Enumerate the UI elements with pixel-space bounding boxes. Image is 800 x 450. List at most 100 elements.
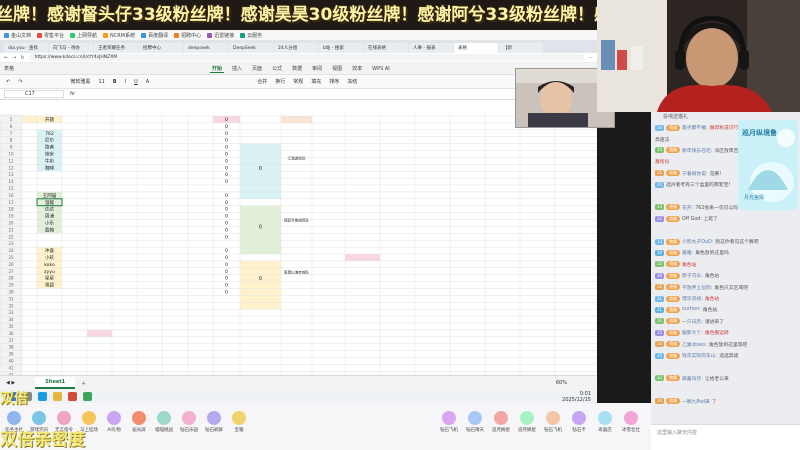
bookmark-item[interactable]: 迅雷链接 <box>207 32 234 39</box>
player-name-cell[interactable]: 周浦 <box>45 213 55 220</box>
browser-tab[interactable]: 在线表格 <box>364 43 408 53</box>
gift-item[interactable]: 追月摘星 <box>490 411 512 433</box>
value-cell[interactable]: 0 <box>225 276 228 282</box>
chat-message[interactable]: 14 傀儡 乙乘冰oeo: 角色放到这里等吧 <box>651 338 800 349</box>
player-name-cell[interactable]: 载翰 <box>45 226 55 233</box>
chat-username[interactable]: 钱花实际的东山: <box>682 352 717 359</box>
chat-username[interactable]: 原子可乐: <box>682 272 703 279</box>
value-cell[interactable]: 0 <box>225 172 228 178</box>
font-name-select[interactable]: 微软雅黑 <box>70 78 90 85</box>
ribbon-tab-home[interactable]: 开始 <box>210 65 225 73</box>
wrap-button[interactable]: 换行 <box>275 78 285 85</box>
menu-icon[interactable]: ⋯ <box>588 55 593 61</box>
player-name-cell[interactable]: 星星 <box>45 276 55 282</box>
redo-icon[interactable]: ↷ <box>18 79 22 85</box>
chat-message[interactable]: 21 傀儡 ourtion: 角色站 <box>651 304 800 315</box>
gift-item[interactable]: 届光屏 <box>128 411 150 433</box>
spreadsheet-grid[interactable]: 5 6 7 8 9 1011 12 13 14 15 16 17 18 19 2021 22 23 24 25 26 2… <box>0 114 597 376</box>
chat-message[interactable] <box>651 225 800 236</box>
group1-team-cell[interactable]: 江湖游戏队 <box>288 155 306 160</box>
bookmark-item[interactable]: 上网导航 <box>70 32 97 39</box>
sort-button[interactable]: 排序 <box>329 78 339 85</box>
player-name-cell[interactable]: 开题 <box>45 117 55 123</box>
browser-tab[interactable]: 人事 - 报表 <box>409 43 453 53</box>
chat-username[interactable]: 麻酱叫仔: <box>682 375 703 382</box>
bookmark-item[interactable]: 零售平台 <box>37 32 64 39</box>
value-cell[interactable]: 0 <box>225 165 228 171</box>
chat-message[interactable] <box>651 384 800 395</box>
value-cell[interactable]: 0 <box>225 158 228 164</box>
gift-item[interactable]: 钻石乐园 <box>178 411 200 433</box>
wps-icon[interactable] <box>68 392 77 401</box>
player-name-cell[interactable]: 冲喜 <box>45 247 55 254</box>
player-name-cell[interactable]: 牛彩 <box>45 157 55 164</box>
browser-tab[interactable]: DeepSeek <box>229 43 273 53</box>
chat-message[interactable]: 13 傀儡 小熊丸子OuO: 别这你看见这个赛吧 <box>651 236 800 247</box>
ribbon-tab-efficiency[interactable]: 效率 <box>350 65 364 72</box>
value-cell[interactable]: 0 <box>225 290 228 296</box>
player-name-cell[interactable]: 温暖 <box>45 199 55 206</box>
browser-tab[interactable]: deepseek <box>184 43 228 53</box>
chat-message[interactable]: 19 傀儡 原子可乐: 角色站 <box>651 270 800 281</box>
zoom-level[interactable]: 60% <box>556 380 567 386</box>
chat-message[interactable]: 15 傀儡 跟卸大丫: 角色服运转 <box>651 327 800 338</box>
chat-username[interactable]: 一只日历: <box>682 318 703 325</box>
italic-button[interactable]: I <box>125 79 126 85</box>
gift-item[interactable]: 喵喵挑战 <box>153 411 175 433</box>
value-cell[interactable]: 0 <box>225 221 228 227</box>
value-cell[interactable]: 0 <box>225 262 228 268</box>
bookmark-item[interactable]: 百度翻译 <box>141 32 168 39</box>
player-name-cell[interactable]: zyyu <box>44 270 55 275</box>
player-name-cell[interactable]: 762 <box>45 131 54 137</box>
undo-icon[interactable]: ↶ <box>6 79 10 85</box>
group2-team-cell[interactable]: 西起齐鲁组风队 <box>284 218 310 223</box>
value-cell[interactable]: 0 <box>225 152 228 158</box>
browser-tab-active[interactable]: 表格 <box>454 43 498 53</box>
player-name-cell[interactable]: 达达 <box>45 206 55 213</box>
bold-button[interactable]: B <box>113 79 117 85</box>
value-cell[interactable]: 0 <box>225 193 228 199</box>
value-cell[interactable]: 0 <box>225 283 228 289</box>
player-name-cell[interactable]: 咖啡 <box>45 164 55 171</box>
bookmark-item[interactable]: 招聘中心 <box>174 32 201 39</box>
bookmark-item[interactable]: 云服务 <box>240 32 262 39</box>
chat-username[interactable]: 宁着很你说: <box>682 170 708 177</box>
browser-tab[interactable]: b站 - 搜索 <box>319 43 363 53</box>
value-cell[interactable]: 0 <box>225 248 228 254</box>
ribbon-tab-data[interactable]: 数据 <box>290 65 304 72</box>
fill-color-icon[interactable]: A <box>146 79 149 85</box>
chat-username[interactable]: 借牙双线: <box>682 295 703 302</box>
fx-icon[interactable]: fx <box>70 91 75 97</box>
value-cell[interactable]: 0 <box>225 138 228 144</box>
folder-icon[interactable] <box>53 392 62 401</box>
edge-icon[interactable] <box>38 392 47 401</box>
chat-message[interactable] <box>651 361 800 372</box>
group2-score-cell[interactable]: 0 <box>259 224 262 230</box>
url-input[interactable]: https://www.kdocs.cn/l/ctY4sJHNZXM <box>28 54 584 61</box>
group3-score-cell[interactable]: 0 <box>259 276 262 282</box>
ribbon-tab-formula[interactable]: 公式 <box>270 65 284 72</box>
ribbon-tab-wps-ai[interactable]: WPS AI <box>370 66 392 72</box>
chat-message[interactable]: 14 傀儡 一颗九Pod来了 <box>651 395 800 406</box>
back-icon[interactable]: ← <box>4 55 8 61</box>
group3-team-cell[interactable]: 南望山海赤城队 <box>284 269 310 274</box>
chat-username[interactable]: 跟卸大丫: <box>682 329 703 336</box>
gift-item[interactable]: 钻石卡 <box>568 411 590 433</box>
sheet-nav-icon[interactable]: ◀ ▶ <box>6 380 15 386</box>
chat-username[interactable]: 不放弃上位的: <box>682 284 712 291</box>
number-format-select[interactable]: 常规 <box>293 78 303 85</box>
chat-message[interactable]: 12 傀儡 麻酱叫仔: 让给老公来 <box>651 373 800 384</box>
value-cell[interactable]: 0 <box>225 269 228 275</box>
event-promo-banner[interactable]: 巡月纵境鲁 月光宫殿 <box>738 120 798 210</box>
gift-item[interactable]: 钻石晴天 <box>464 411 486 433</box>
value-cell[interactable]: 0 <box>225 131 228 137</box>
chat-username[interactable]: 雷点都不敢: <box>682 124 708 131</box>
chat-message[interactable]: 11 傀儡 一只日历: 诸进来了 <box>651 316 800 327</box>
forward-icon[interactable]: → <box>12 55 16 61</box>
chat-username[interactable]: 新年快乐在吃: <box>682 147 712 154</box>
ribbon-tab-review[interactable]: 审阅 <box>310 65 324 72</box>
chat-username[interactable]: 一颗九Pod来 <box>682 398 710 405</box>
chat-message[interactable]: 15 傀儡 角色站 <box>651 259 800 270</box>
font-size-select[interactable]: 11 <box>98 79 104 85</box>
freeze-button[interactable]: 冻结 <box>347 78 357 85</box>
